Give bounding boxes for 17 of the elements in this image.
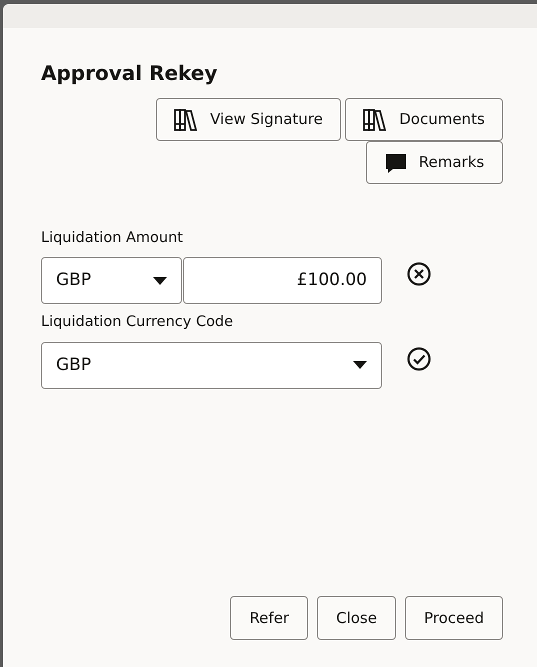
comment-icon [384,152,407,174]
amount-field[interactable]: £100.00 [183,257,382,304]
dialog-title: Approval Rekey [41,60,218,86]
caret-icon [153,276,167,285]
currency-dropdown[interactable]: GBP [41,257,182,304]
currency-code-dropdown[interactable]: GBP [41,342,382,389]
footer-button[interactable]: Proceed [404,596,503,640]
footer-button[interactable]: Close [317,596,396,640]
field-label: Liquidation Amount [41,230,184,248]
action-button[interactable]: Documents [345,98,503,141]
caret-icon [353,361,367,370]
field-label: Liquidation Currency Code [41,314,234,332]
books-icon [363,108,388,132]
books-icon [174,108,198,132]
footer-button[interactable]: Refer [230,596,308,640]
action-button[interactable]: View Signature [156,98,341,141]
action-button[interactable]: Remarks [366,141,503,184]
